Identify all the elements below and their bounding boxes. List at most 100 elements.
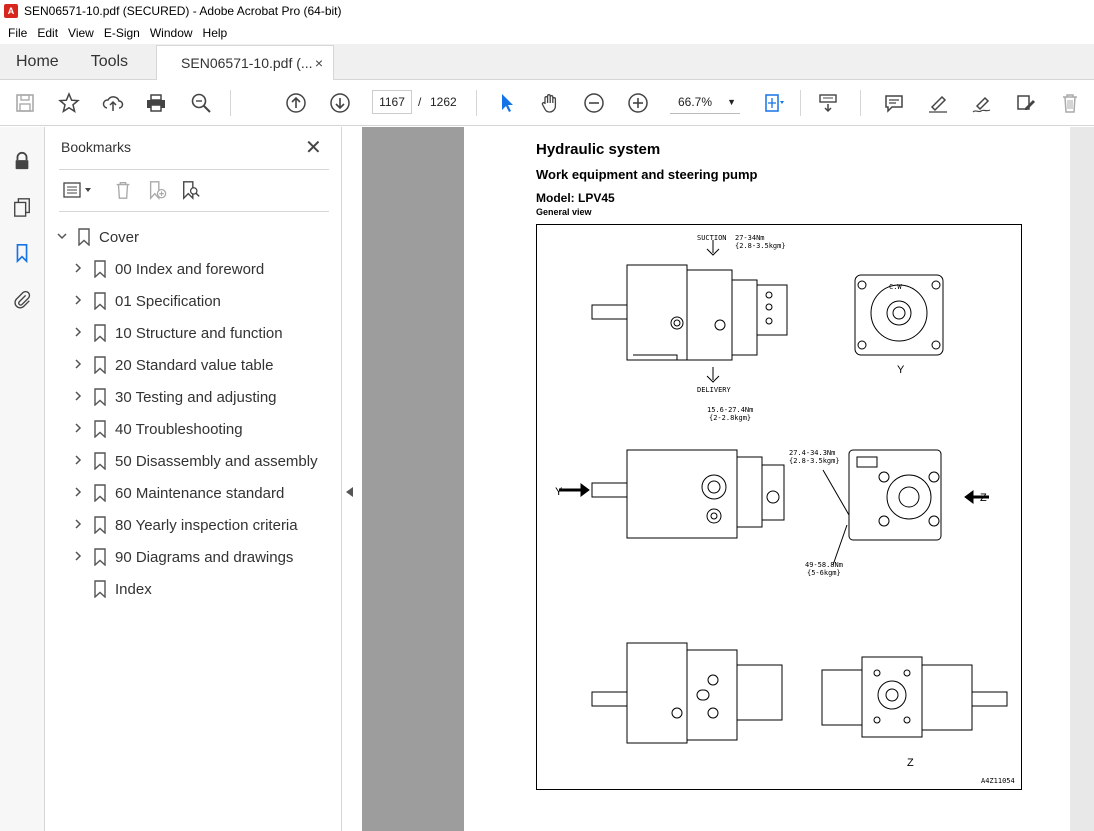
print-icon[interactable] <box>143 90 169 116</box>
delete-bookmark-icon[interactable] <box>111 179 135 201</box>
toolbar-divider <box>476 90 477 116</box>
label-torque-1b: {2.8-3.5kgm} <box>735 242 786 250</box>
bookmark-item-testing-adjusting[interactable]: 30 Testing and adjusting <box>45 381 342 413</box>
tab-bar: Home Tools SEN06571-10.pdf (... × <box>0 44 1094 80</box>
toolbar-divider <box>800 90 801 116</box>
bookmark-label: 60 Maintenance standard <box>115 484 285 502</box>
trash-icon[interactable] <box>1057 90 1083 116</box>
chevron-right-icon[interactable] <box>71 262 85 277</box>
panel-divider <box>59 211 329 212</box>
chevron-right-icon[interactable] <box>71 518 85 533</box>
document-viewport[interactable]: Hydraulic system Work equipment and stee… <box>362 127 1094 831</box>
bookmark-label: Index <box>115 580 152 598</box>
vertical-scrollbar[interactable] <box>1070 127 1094 831</box>
hand-tool-icon[interactable] <box>537 90 563 116</box>
menu-edit[interactable]: Edit <box>33 26 62 40</box>
bookmark-item-cover[interactable]: Cover <box>45 221 342 253</box>
find-bookmark-icon[interactable] <box>179 179 203 201</box>
pump-side-view-middle <box>559 449 785 539</box>
zoom-out-icon[interactable] <box>581 90 607 116</box>
bookmark-label: 00 Index and foreword <box>115 260 265 278</box>
label-torque-2b: {2-2.8kgm} <box>709 414 751 422</box>
zoom-in-icon[interactable] <box>625 90 651 116</box>
menu-file[interactable]: File <box>4 26 31 40</box>
label-torque-1: 27-34Nm <box>735 234 765 242</box>
tab-document[interactable]: SEN06571-10.pdf (... × <box>156 45 335 80</box>
chevron-right-icon[interactable] <box>71 326 85 341</box>
collapse-panel-handle[interactable] <box>346 487 354 500</box>
chevron-right-icon[interactable] <box>71 390 85 405</box>
triangle-left-icon <box>346 487 353 497</box>
zoom-level-select[interactable]: 66.7% ▼ <box>670 90 740 114</box>
chevron-right-icon[interactable] <box>71 358 85 373</box>
pages-thumbnail-icon[interactable] <box>10 195 34 219</box>
bookmark-label: 30 Testing and adjusting <box>115 388 277 406</box>
zoom-search-icon[interactable] <box>188 90 214 116</box>
chevron-down-icon: ▼ <box>727 96 736 107</box>
menu-esign[interactable]: E-Sign <box>100 26 144 40</box>
bookmark-panel-icon[interactable] <box>10 241 34 265</box>
pdf-page: Hydraulic system Work equipment and stee… <box>464 127 1070 831</box>
bookmark-label: 90 Diagrams and drawings <box>115 548 294 566</box>
menu-help[interactable]: Help <box>199 26 232 40</box>
acrobat-icon: A <box>4 4 18 18</box>
bookmark-item-yearly-inspection[interactable]: 80 Yearly inspection criteria <box>45 509 342 541</box>
bookmark-icon <box>78 228 90 246</box>
bookmark-item-index-foreword[interactable]: 00 Index and foreword <box>45 253 342 285</box>
menu-view[interactable]: View <box>64 26 98 40</box>
bookmark-item-troubleshooting[interactable]: 40 Troubleshooting <box>45 413 342 445</box>
fit-page-icon[interactable] <box>760 90 786 116</box>
bookmark-item-maintenance-standard[interactable]: 60 Maintenance standard <box>45 477 342 509</box>
close-panel-icon[interactable]: ✕ <box>305 135 322 160</box>
attachment-paperclip-icon[interactable] <box>10 287 34 311</box>
previous-page-icon[interactable] <box>283 90 309 116</box>
bookmark-item-disassembly-assembly[interactable]: 50 Disassembly and assembly <box>45 445 342 477</box>
star-icon[interactable] <box>56 90 82 116</box>
menu-window[interactable]: Window <box>146 26 197 40</box>
comment-icon[interactable] <box>881 90 907 116</box>
bookmark-item-specification[interactable]: 01 Specification <box>45 285 342 317</box>
select-cursor-icon[interactable] <box>494 90 520 116</box>
chevron-right-icon[interactable] <box>71 486 85 501</box>
lock-icon[interactable] <box>10 149 34 173</box>
chevron-right-icon[interactable] <box>71 294 85 309</box>
upload-cloud-icon[interactable] <box>100 90 126 116</box>
bookmark-item-index[interactable]: Index <box>45 573 342 605</box>
new-bookmark-icon[interactable] <box>145 179 169 201</box>
bookmark-item-standard-value-table[interactable]: 20 Standard value table <box>45 349 342 381</box>
bookmark-label: 50 Disassembly and assembly <box>115 452 318 470</box>
pump-bottom-view-z <box>821 656 1008 738</box>
page-number-input[interactable]: 1167 <box>372 90 412 114</box>
label-y-arrow: Y <box>555 486 563 498</box>
scroll-mode-icon[interactable] <box>815 90 841 116</box>
figure-caption: General view <box>536 207 592 217</box>
edit-text-icon[interactable] <box>1013 90 1039 116</box>
bookmark-item-structure-function[interactable]: 10 Structure and function <box>45 317 342 349</box>
chevron-right-icon[interactable] <box>71 550 85 565</box>
toolbar-divider <box>860 90 861 116</box>
label-torque-3b: {2.8-3.5kgm} <box>789 457 840 465</box>
bookmark-item-diagrams-drawings[interactable]: 90 Diagrams and drawings <box>45 541 342 573</box>
chevron-right-icon[interactable] <box>71 422 85 437</box>
highlight-pen-icon[interactable] <box>925 90 951 116</box>
close-tab-icon[interactable]: × <box>315 55 323 71</box>
save-icon[interactable] <box>12 90 38 116</box>
bookmark-icon <box>94 324 106 342</box>
sign-pen-icon[interactable] <box>969 90 995 116</box>
tab-home[interactable]: Home <box>0 44 75 79</box>
bookmark-icon <box>94 260 106 278</box>
label-torque-3: 27.4-34.3Nm <box>789 449 835 457</box>
page-subheading: Work equipment and steering pump <box>536 167 758 182</box>
chevron-right-icon[interactable] <box>71 454 85 469</box>
next-page-icon[interactable] <box>327 90 353 116</box>
pump-rear-view <box>822 449 989 566</box>
figure-id: A4Z11054 <box>981 777 1015 785</box>
label-torque-4: 49-58.8Nm <box>805 561 843 569</box>
page-separator: / <box>418 95 422 109</box>
tab-document-label: SEN06571-10.pdf (... <box>181 55 313 71</box>
chevron-down-icon[interactable] <box>55 230 69 245</box>
tab-tools[interactable]: Tools <box>75 44 144 79</box>
bookmark-label: 40 Troubleshooting <box>115 420 243 438</box>
bookmark-icon <box>94 356 106 374</box>
bookmark-options-menu[interactable] <box>61 179 95 201</box>
